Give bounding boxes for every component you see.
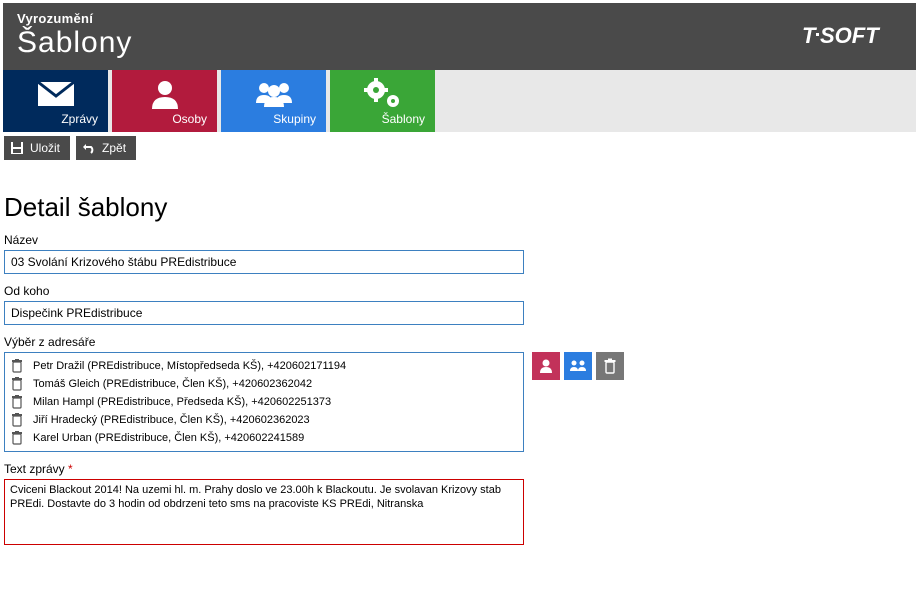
svg-text:T: T — [802, 23, 817, 48]
add-person-button[interactable] — [532, 352, 560, 380]
page-title: Šablony — [17, 26, 132, 60]
group-icon — [569, 359, 587, 373]
recipient-row: Petr Dražil (PREdistribuce, Místopředsed… — [5, 357, 523, 375]
recipient-text: Petr Dražil (PREdistribuce, Místopředsed… — [33, 360, 346, 372]
toolbar: Uložit Zpět — [0, 132, 919, 180]
tab-sablony[interactable]: Šablony — [330, 70, 435, 132]
tab-label: Šablony — [382, 112, 429, 128]
tab-label: Skupiny — [273, 112, 320, 128]
group-icon — [252, 76, 296, 112]
back-label: Zpět — [102, 141, 126, 155]
tab-label: Osoby — [172, 112, 211, 128]
recipient-text: Milan Hampl (PREdistribuce, Předseda KŠ)… — [33, 396, 331, 408]
trash-icon[interactable] — [11, 413, 25, 427]
tab-osoby[interactable]: Osoby — [112, 70, 217, 132]
required-mark: * — [68, 462, 73, 476]
svg-text:SOFT: SOFT — [820, 23, 880, 48]
recipient-text: Tomáš Gleich (PREdistribuce, Člen KŠ), +… — [33, 378, 312, 390]
save-icon — [10, 141, 24, 155]
trash-icon[interactable] — [11, 359, 25, 373]
save-button[interactable]: Uložit — [4, 136, 70, 160]
recipient-row: Jiří Hradecký (PREdistribuce, Člen KŠ), … — [5, 411, 523, 429]
label-msg: Text zprávy * — [4, 462, 915, 476]
add-group-button[interactable] — [564, 352, 592, 380]
tsoft-logo-icon: T SOFT — [802, 21, 902, 51]
clear-recipients-button[interactable] — [596, 352, 624, 380]
back-button[interactable]: Zpět — [76, 136, 136, 160]
recipient-text: Jiří Hradecký (PREdistribuce, Člen KŠ), … — [33, 414, 310, 426]
name-input[interactable] — [4, 250, 524, 274]
label-name: Název — [4, 233, 915, 247]
recipient-row: Karel Urban (PREdistribuce, Člen KŠ), +4… — [5, 429, 523, 447]
envelope-icon — [36, 76, 76, 112]
trash-icon[interactable] — [11, 431, 25, 445]
save-label: Uložit — [30, 141, 60, 155]
trash-icon[interactable] — [11, 395, 25, 409]
trash-icon[interactable] — [11, 377, 25, 391]
recipient-row: Milan Hampl (PREdistribuce, Předseda KŠ)… — [5, 393, 523, 411]
tab-label: Zprávy — [61, 112, 102, 128]
person-icon — [148, 76, 182, 112]
recipient-row: Tomáš Gleich (PREdistribuce, Člen KŠ), +… — [5, 375, 523, 393]
undo-icon — [82, 141, 96, 155]
recipients-list: Petr Dražil (PREdistribuce, Místopředsed… — [4, 352, 524, 452]
header-titles: Vyrozumění Šablony — [17, 11, 132, 60]
label-from: Od koho — [4, 284, 915, 298]
person-icon — [538, 358, 554, 374]
breadcrumb: Vyrozumění — [17, 11, 132, 26]
tab-zpravy[interactable]: Zprávy — [3, 70, 108, 132]
label-pick: Výběr z adresáře — [4, 335, 915, 349]
section-title: Detail šablony — [4, 192, 915, 223]
nav-tabs: Zprávy Osoby Skupiny — [3, 70, 916, 132]
gears-icon — [363, 76, 403, 112]
logo: T SOFT — [802, 21, 902, 51]
label-msg-text: Text zprávy — [4, 462, 68, 476]
tab-skupiny[interactable]: Skupiny — [221, 70, 326, 132]
trash-icon — [603, 358, 617, 374]
from-input[interactable] — [4, 301, 524, 325]
content: Detail šablony Název Od koho Výběr z adr… — [0, 180, 919, 568]
app-header: Vyrozumění Šablony T SOFT — [3, 3, 916, 70]
recipient-text: Karel Urban (PREdistribuce, Člen KŠ), +4… — [33, 432, 304, 444]
message-textarea[interactable] — [4, 479, 524, 545]
recipient-actions — [532, 352, 624, 380]
